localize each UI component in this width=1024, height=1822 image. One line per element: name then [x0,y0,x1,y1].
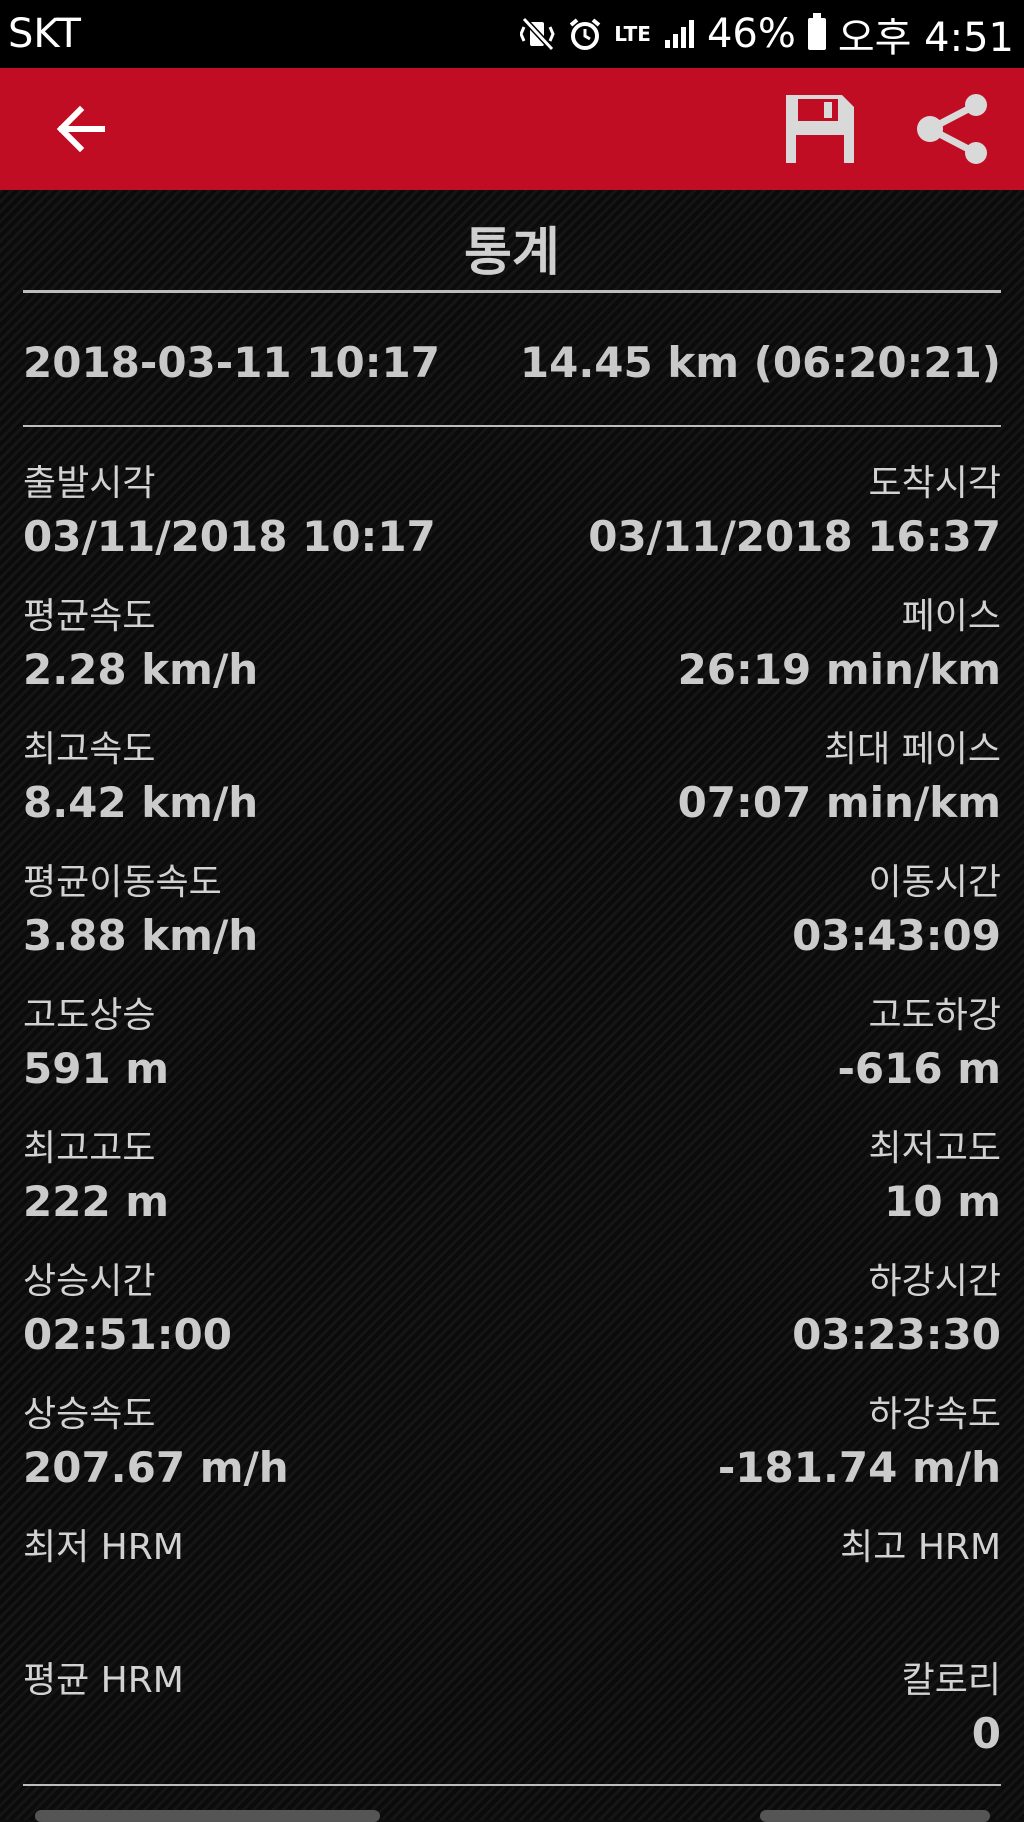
clock: 오후 4:51 [837,15,1014,61]
stat-row: 최고속도 8.42 km/h 최대 페이스 07:07 min/km [23,728,1001,834]
stat-value: -616 m [837,1044,1002,1093]
summary-date: 2018-03-11 10:17 [23,338,440,387]
bottom-divider [23,1784,1001,1786]
battery-percent: 46% [706,11,796,57]
stat-label: 고도하강 [868,995,1001,1036]
stat-label: 칼로리 [901,1660,1001,1701]
title-divider [23,290,1001,293]
stat-value: 222 m [23,1177,170,1226]
stat-label: 하강속도 [868,1394,1001,1435]
stat-label: 최고속도 [23,729,156,770]
stat-row: 출발시각 03/11/2018 10:17 도착시각 03/11/2018 16:3… [23,462,1001,568]
stat-value: 10 m [884,1177,1001,1226]
carrier-label: SKT [8,11,81,57]
stat-value: 03/11/2018 16:37 [588,512,1001,561]
stat-row: 고도상승 591 m 고도하강 -616 m [23,994,1001,1100]
stat-label: 최저 HRM [23,1527,184,1568]
stat-value: -181.74 m/h [717,1443,1001,1492]
stat-label: 페이스 [901,596,1001,637]
status-icons: LTE 46% 오후 4:51 [520,5,1014,63]
stat-value: 26:19 min/km [677,645,1001,694]
stat-label: 평균속도 [23,596,156,637]
back-button[interactable] [25,68,135,190]
stat-row: 상승시간 02:51:00 하강시간 03:23:30 [23,1260,1001,1366]
stat-value: 0 [971,1709,1001,1758]
share-icon [917,94,987,164]
stat-label: 평균 HRM [23,1660,184,1701]
stat-label: 최대 페이스 [823,729,1001,770]
stat-value: 02:51:00 [23,1310,232,1359]
stat-value: 03:43:09 [792,911,1001,960]
summary-row: 2018-03-11 10:17 14.45 km (06:20:21) [23,338,1001,387]
stat-value: 2.28 km/h [23,645,259,694]
stat-row: 최고고도 222 m 최저고도 10 m [23,1127,1001,1233]
stat-value: 03/11/2018 10:17 [23,512,436,561]
stat-value: 207.67 m/h [23,1443,289,1492]
stat-value: 03:23:30 [792,1310,1001,1359]
stat-row: 최저 HRM 최고 HRM [23,1526,1001,1632]
floppy-disk-icon [786,95,854,163]
stat-value [23,1703,184,1765]
stat-label: 상승속도 [23,1394,156,1435]
stat-value: 8.42 km/h [23,778,259,827]
bottom-button-left[interactable] [35,1810,380,1822]
stat-row: 평균이동속도 3.88 km/h 이동시간 03:43:09 [23,861,1001,967]
summary-divider [23,425,1001,427]
share-button[interactable] [898,68,1008,190]
lte-icon: LTE [614,22,651,46]
battery-icon [807,13,826,50]
stat-label: 도착시각 [868,463,1001,504]
stat-value: 591 m [23,1044,170,1093]
summary-distance: 14.45 km (06:20:21) [519,338,1001,387]
signal-icon [663,18,695,50]
app-bar [0,68,1024,190]
vibrate-mute-icon [520,17,556,51]
status-bar: SKT LTE 46% 오후 4:51 [0,0,1024,68]
stat-row: 평균속도 2.28 km/h 페이스 26:19 min/km [23,595,1001,701]
stat-label: 하강시간 [868,1261,1001,1302]
bottom-button-right[interactable] [760,1810,990,1822]
stat-label: 고도상승 [23,995,156,1036]
stat-value: 07:07 min/km [677,778,1001,827]
stat-label: 최고 HRM [840,1527,1001,1568]
alarm-icon [568,17,602,51]
page-title: 통계 [464,223,560,283]
stat-label: 최저고도 [868,1128,1001,1169]
stat-value [23,1570,184,1632]
stat-value: 3.88 km/h [23,911,259,960]
stat-label: 이동시간 [868,862,1001,903]
stat-label: 출발시각 [23,463,156,504]
stat-row: 상승속도 207.67 m/h 하강속도 -181.74 m/h [23,1393,1001,1499]
stat-label: 최고고도 [23,1128,156,1169]
statistics-panel: 통계 2018-03-11 10:17 14.45 km (06:20:21) … [0,190,1024,1822]
stat-label: 상승시간 [23,1261,156,1302]
save-button[interactable] [765,68,875,190]
stat-label: 평균이동속도 [23,862,222,903]
arrow-left-icon [56,105,105,153]
stat-row: 평균 HRM 칼로리 0 [23,1659,1001,1765]
